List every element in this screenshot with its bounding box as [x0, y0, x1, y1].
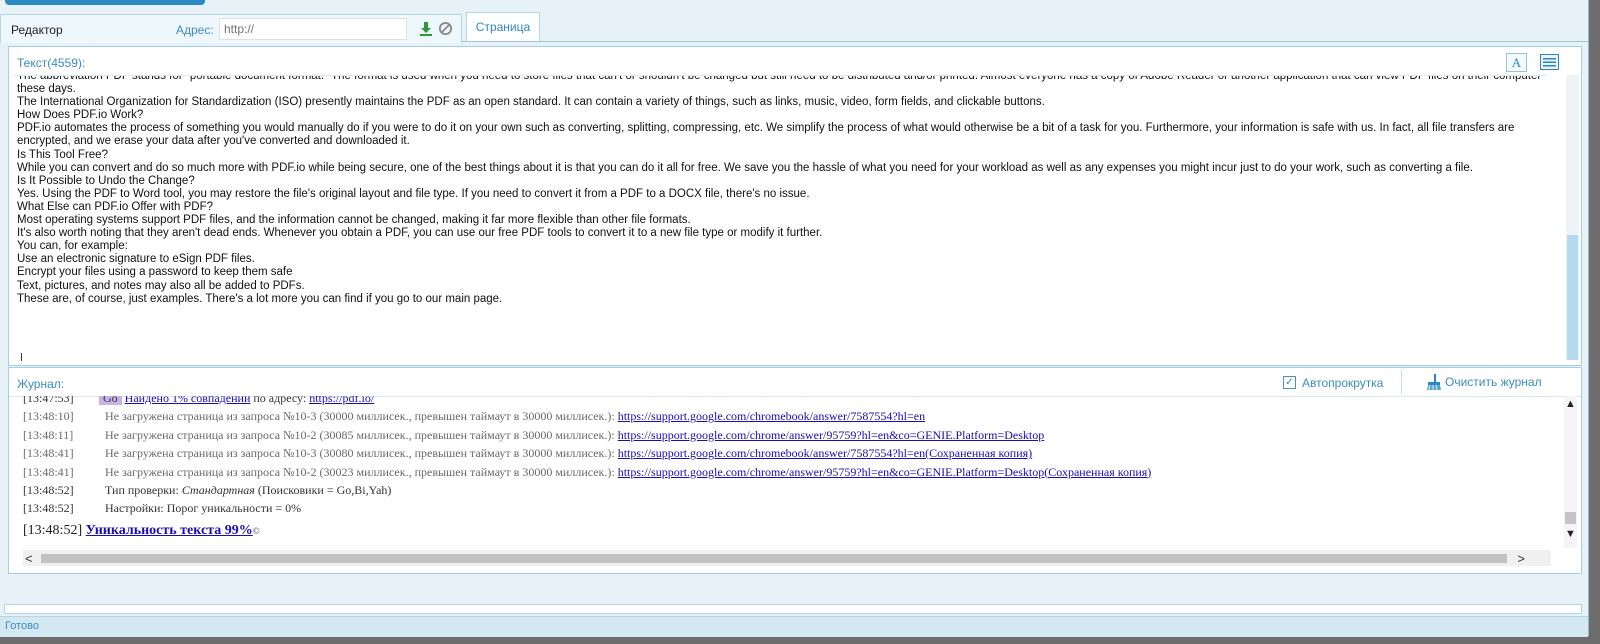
text-line: The abbreviation PDF stands for "portabl… — [17, 75, 1542, 96]
top-tab-accent — [5, 0, 205, 5]
text-line: Use an electronic signature to eSign PDF… — [17, 253, 255, 266]
tab-page[interactable]: Страница — [466, 12, 540, 41]
log-time: [13:48:41] — [23, 446, 74, 461]
log-time: [13:47:53] — [23, 396, 74, 405]
log-text: Не загружена страница из запроса №10-3 (… — [105, 446, 615, 461]
status-bar: Готово — [0, 616, 1588, 637]
list-view-icon[interactable] — [1540, 54, 1559, 70]
log-text: по адресу: — [253, 396, 307, 405]
scroll-up-arrow-icon[interactable]: ▲ — [1565, 398, 1576, 410]
text-content: The abbreviation PDF stands for "portabl… — [13, 75, 1547, 306]
log-time: [13:48:52] — [23, 482, 74, 497]
text-line: Is This Tool Free? — [17, 148, 108, 161]
log-horizontal-thumb[interactable] — [41, 554, 1507, 563]
log-panel-header: Журнал: ✓ Автопрокрутка Очистить журнал — [9, 368, 1581, 397]
font-format-icon[interactable]: A — [1506, 53, 1527, 72]
text-line: How Does PDF.io Work? — [17, 109, 144, 122]
log-text: Настройки: Порог уникальности = 0% — [105, 501, 302, 516]
log-body: [13:47:53] Go Найдено 1% совпадений по ад… — [13, 396, 1531, 544]
search-engines-text: (Поисковики = Go,Bi,Yah) — [257, 482, 392, 497]
scroll-left-arrow-icon[interactable]: < — [25, 551, 33, 566]
uniqueness-result-link[interactable]: Уникальность текста 99% — [86, 523, 253, 538]
log-time: [13:48:52] — [23, 522, 83, 538]
log-url-link[interactable]: https://support.google.com/chromebook/an… — [618, 446, 1032, 460]
log-time: [13:48:41] — [23, 464, 74, 479]
text-count-label: Текст(4559): — [17, 56, 86, 70]
log-vertical-thumb[interactable] — [1565, 512, 1576, 524]
text-line: Encrypt your files using a password to k… — [17, 266, 293, 279]
address-input[interactable] — [219, 18, 407, 40]
clear-log-button[interactable]: Очистить журнал — [1425, 374, 1542, 392]
search-engine-badge: Go — [99, 396, 122, 405]
text-panel: Текст(4559): A The abbreviation PDF stan… — [8, 46, 1582, 366]
log-entries: [13:47:53] Go Найдено 1% совпадений по ад… — [13, 396, 1531, 544]
uniqueness-result-row: [13:48:52] Уникальность текста 99%© — [13, 518, 1531, 544]
text-line: Most operating systems support PDF files… — [17, 214, 691, 227]
log-time: [13:48:52] — [23, 501, 74, 516]
log-text: Не загружена страница из запроса №10-2 (… — [105, 427, 615, 442]
log-row: [13:48:11] Не загружена страница из запро… — [13, 426, 1531, 444]
log-horizontal-scrollbar[interactable]: < > — [23, 550, 1551, 566]
log-url-link[interactable]: https://support.google.com/chrome/answer… — [618, 428, 1045, 442]
autoscroll-label: Автопрокрутка — [1302, 375, 1384, 390]
text-caret — [21, 353, 22, 361]
text-scrollbar[interactable] — [1566, 75, 1579, 360]
text-scrollbar-thumb[interactable] — [1567, 235, 1578, 360]
scroll-right-arrow-icon[interactable]: > — [1517, 551, 1525, 566]
autoscroll-checkbox[interactable]: ✓ Автопрокрутка — [1283, 375, 1383, 391]
log-time: [13:48:11] — [23, 427, 74, 442]
scroll-down-arrow-icon[interactable]: ▼ — [1565, 528, 1576, 540]
log-time: [13:48:10] — [23, 409, 74, 424]
app-window: Редактор Адрес: Страница Текст(4559): A — [0, 0, 1589, 637]
text-line: The International Organization for Stand… — [17, 96, 1045, 109]
check-type-value: Стандартная — [181, 482, 255, 497]
match-link[interactable]: Найдено 1% совпадений — [125, 396, 251, 405]
broom-icon — [1427, 374, 1441, 390]
log-vertical-scrollbar[interactable]: ▲ ▼ — [1564, 396, 1577, 548]
text-line: What Else can PDF.io Offer with PDF? — [17, 200, 213, 213]
status-text: Готово — [5, 620, 39, 632]
progress-bar — [4, 604, 1582, 614]
tab-editor[interactable]: Редактор Адрес: — [0, 14, 462, 43]
checkbox-checked-icon[interactable]: ✓ — [1283, 376, 1296, 390]
log-row: [13:48:52] Тип проверки: Стандартная (Пои… — [13, 481, 1531, 499]
log-row: [13:48:52] Настройки: Порог уникальности … — [13, 499, 1531, 517]
log-row: [13:47:53] Go Найдено 1% совпадений по ад… — [13, 396, 1531, 407]
text-line: These are, of course, just examples. The… — [17, 292, 503, 305]
log-text: Не загружена страница из запроса №10-2 (… — [105, 464, 615, 479]
log-panel: Журнал: ✓ Автопрокрутка Очистить журнал — [8, 367, 1582, 574]
text-line: Text, pictures, and notes may also all b… — [17, 279, 305, 292]
text-line: Yes. Using the PDF to Word tool, you may… — [17, 187, 810, 200]
log-url-link[interactable]: https://support.google.com/chromebook/an… — [618, 409, 925, 423]
log-row: [13:48:10] Не загружена страница из запро… — [13, 407, 1531, 425]
log-url-link[interactable]: https://support.google.com/chrome/answer… — [618, 465, 1152, 479]
text-editor-area[interactable]: The abbreviation PDF stands for "portabl… — [13, 75, 1547, 361]
log-text: Тип проверки: — [105, 482, 179, 497]
text-panel-header: Текст(4559): A — [9, 47, 1581, 75]
editor-tab-label: Редактор — [11, 23, 63, 37]
log-title: Журнал: — [17, 377, 65, 391]
text-line: It's also worth noting that they aren't … — [17, 227, 823, 240]
clear-log-label: Очистить журнал — [1445, 375, 1542, 389]
log-url-link[interactable]: https://pdf.io/ — [309, 396, 374, 405]
log-row: [13:48:41] Не загружена страница из запро… — [13, 463, 1531, 481]
log-text: Не загружена страница из запроса №10-3 (… — [105, 409, 615, 424]
copyright-mark: © — [252, 525, 260, 536]
header-divider — [1401, 370, 1402, 394]
download-icon[interactable] — [419, 21, 433, 37]
editor-toolbar: Редактор Адрес: Страница — [0, 8, 1588, 43]
text-line: While you can convert and do so much mor… — [17, 161, 1473, 174]
text-line: Is It Possible to Undo the Change? — [17, 174, 195, 187]
text-line: You can, for example: — [17, 240, 128, 253]
text-line: PDF.io automates the process of somethin… — [17, 122, 1515, 148]
address-label: Адрес: — [176, 23, 214, 37]
log-row: [13:48:41] Не загружена страница из запро… — [13, 444, 1531, 462]
block-icon[interactable] — [438, 21, 453, 36]
